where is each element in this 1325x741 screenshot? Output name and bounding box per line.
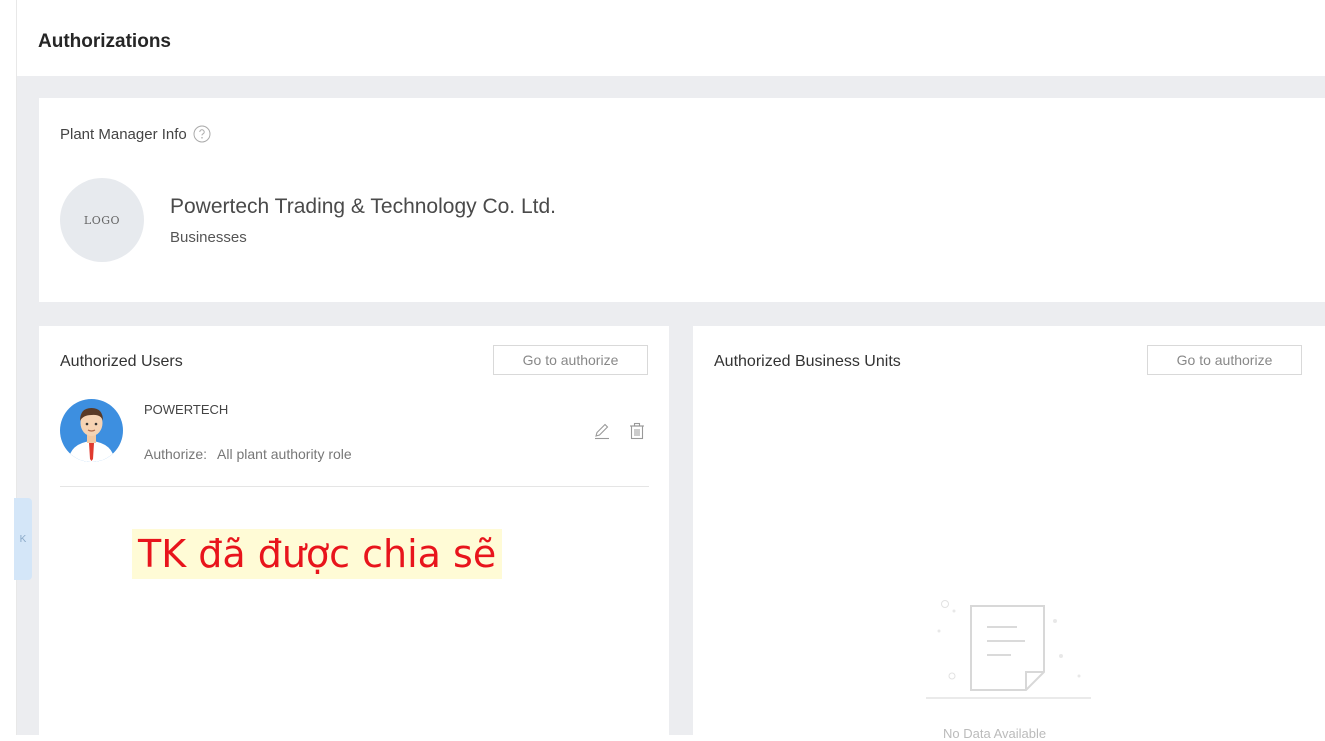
page-header: Authorizations [17, 0, 1325, 76]
plant-manager-info-header: Plant Manager Info [60, 125, 211, 143]
shared-account-annotation: TK đã được chia sẽ [132, 529, 503, 579]
user-name: POWERTECH [144, 402, 229, 417]
authorized-business-units-card: Authorized Business Units Go to authoriz… [693, 326, 1325, 741]
authorized-users-card: Authorized Users Go to authorize POWERTE… [39, 326, 669, 735]
authorize-role: All plant authority role [217, 446, 352, 462]
plant-manager-info-card: Plant Manager Info LOGO Powertech Tradin… [39, 98, 1325, 302]
authorized-users-title: Authorized Users [60, 353, 183, 370]
plant-manager-info-title: Plant Manager Info [60, 125, 187, 143]
company-logo: LOGO [60, 178, 144, 262]
users-go-to-authorize-button[interactable]: Go to authorize [493, 345, 648, 375]
company-name: Powertech Trading & Technology Co. Ltd. [170, 195, 557, 218]
authorized-user-row: POWERTECH Authorize: All plant authority … [60, 398, 649, 487]
trash-icon[interactable] [628, 422, 646, 440]
collapse-chevron-icon: K [19, 533, 27, 545]
empty-state-text: No Data Available [943, 726, 1047, 741]
sidebar-collapse-toggle[interactable]: K [14, 498, 32, 580]
units-go-to-authorize-button[interactable]: Go to authorize [1147, 345, 1302, 375]
pencil-icon[interactable] [593, 422, 611, 440]
company-type: Businesses [170, 229, 247, 246]
page-title: Authorizations [38, 31, 171, 52]
user-authorize-info: Authorize: All plant authority role [144, 446, 352, 462]
logo-placeholder-text: LOGO [83, 213, 121, 227]
user-avatar-icon [60, 399, 123, 462]
empty-document-icon [921, 588, 1096, 735]
authorize-label: Authorize: [144, 446, 208, 462]
help-circle-icon[interactable] [193, 125, 211, 143]
authorized-units-title: Authorized Business Units [714, 353, 901, 370]
